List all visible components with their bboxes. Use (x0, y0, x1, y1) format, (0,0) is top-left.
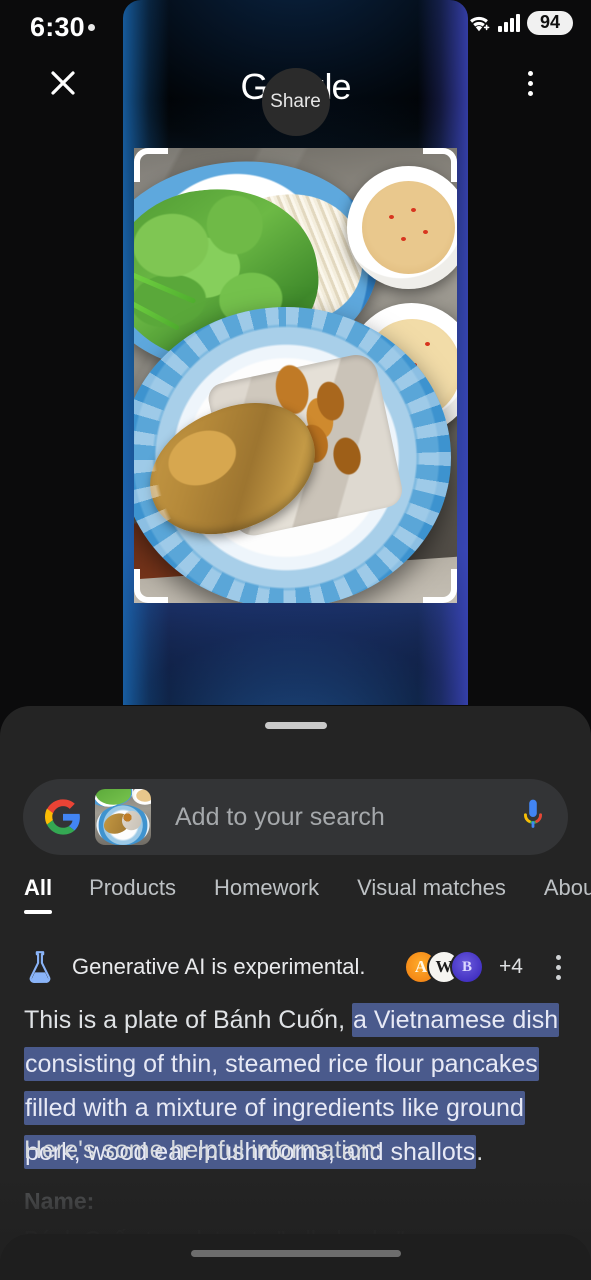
sheet-drag-handle[interactable] (264, 722, 327, 729)
tab-all[interactable]: All (24, 871, 70, 914)
search-placeholder: Add to your search (175, 802, 385, 831)
results-bottom-sheet: Add to your search All Products Homework… (0, 706, 591, 1280)
dipping-sauce-bowl-1 (347, 166, 457, 290)
system-navigation-bar (0, 1234, 591, 1280)
flask-icon (24, 950, 56, 984)
tab-visual-matches[interactable]: Visual matches (338, 871, 525, 901)
search-image-thumbnail[interactable] (95, 789, 151, 845)
banh-cuon-plate (134, 307, 451, 603)
notification-dot-icon (88, 24, 95, 31)
answer-lead: This is a plate of Bánh Cuốn, (24, 1006, 352, 1034)
name-label: Name: (24, 1188, 95, 1214)
kebab-dot (527, 90, 533, 96)
search-input-bar[interactable]: Add to your search (23, 779, 568, 855)
tab-about-this-image[interactable]: About this image (525, 871, 591, 901)
tab-homework[interactable]: Homework (195, 871, 338, 901)
battery-badge: 94 (527, 11, 573, 35)
kebab-dot (555, 954, 561, 960)
generative-ai-notice: Generative AI is experimental. A W B +4 (0, 944, 591, 990)
kebab-dot (527, 80, 533, 86)
kebab-dot (527, 70, 533, 76)
thumbnail-image (95, 789, 151, 845)
kebab-dot (555, 974, 561, 980)
overflow-menu-button[interactable] (513, 66, 547, 100)
source-avatars[interactable]: A W B (404, 950, 485, 984)
more-sources-count[interactable]: +4 (499, 955, 523, 979)
cellular-signal-icon (498, 13, 520, 32)
ai-notice-label: Generative AI is experimental. (72, 954, 366, 979)
result-tabs: All Products Homework Visual matches Abo… (0, 871, 591, 931)
ai-overflow-menu-button[interactable] (545, 952, 571, 982)
source-avatar-3: B (450, 950, 485, 984)
kebab-dot (555, 964, 561, 970)
status-time: 6:30 (30, 12, 85, 42)
captured-photo[interactable] (134, 148, 457, 603)
microphone-icon[interactable] (520, 797, 546, 837)
tab-products[interactable]: Products (70, 871, 195, 901)
helpful-info-heading: Here's some helpful information: (24, 1136, 382, 1164)
gesture-navigation-pill[interactable] (190, 1250, 401, 1257)
lens-result-screen: 6:30 94 Google Share (0, 0, 591, 1280)
wifi-icon (467, 12, 491, 34)
google-g-logo-icon (45, 799, 81, 835)
food-photo-image (134, 148, 457, 603)
lens-top-controls: Google Share (0, 52, 591, 136)
share-button[interactable]: Share (261, 68, 330, 136)
